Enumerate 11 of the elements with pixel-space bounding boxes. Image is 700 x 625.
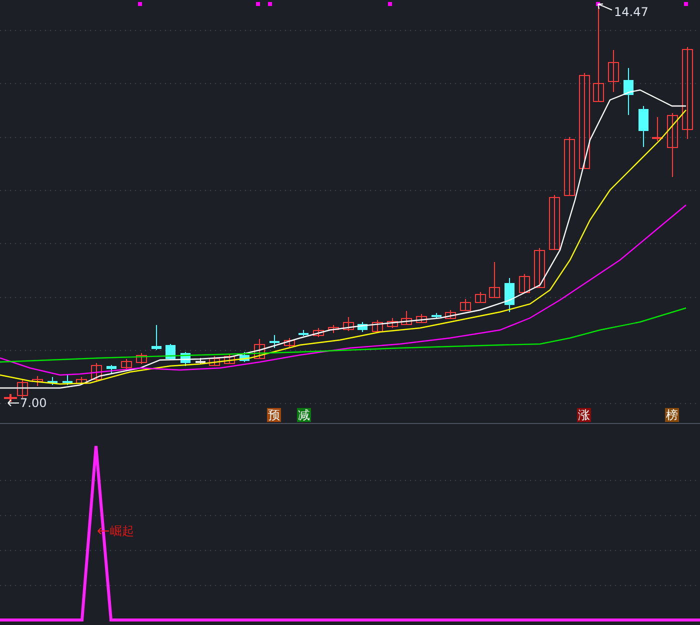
arrow-icon (97, 527, 109, 535)
high-price-label: 14.47 (614, 5, 648, 19)
signal-label: 崛起 (110, 524, 134, 538)
signal-tag: 预 (267, 408, 281, 422)
signal-tag: 榜 (665, 408, 679, 422)
cross-mark (3, 393, 18, 403)
signal-tag: 减 (297, 408, 311, 422)
signal-tag: 涨 (577, 408, 591, 422)
arrow-icon (7, 399, 19, 407)
low-price-label: 7.00 (20, 396, 47, 410)
arrow-icon (597, 3, 613, 13)
